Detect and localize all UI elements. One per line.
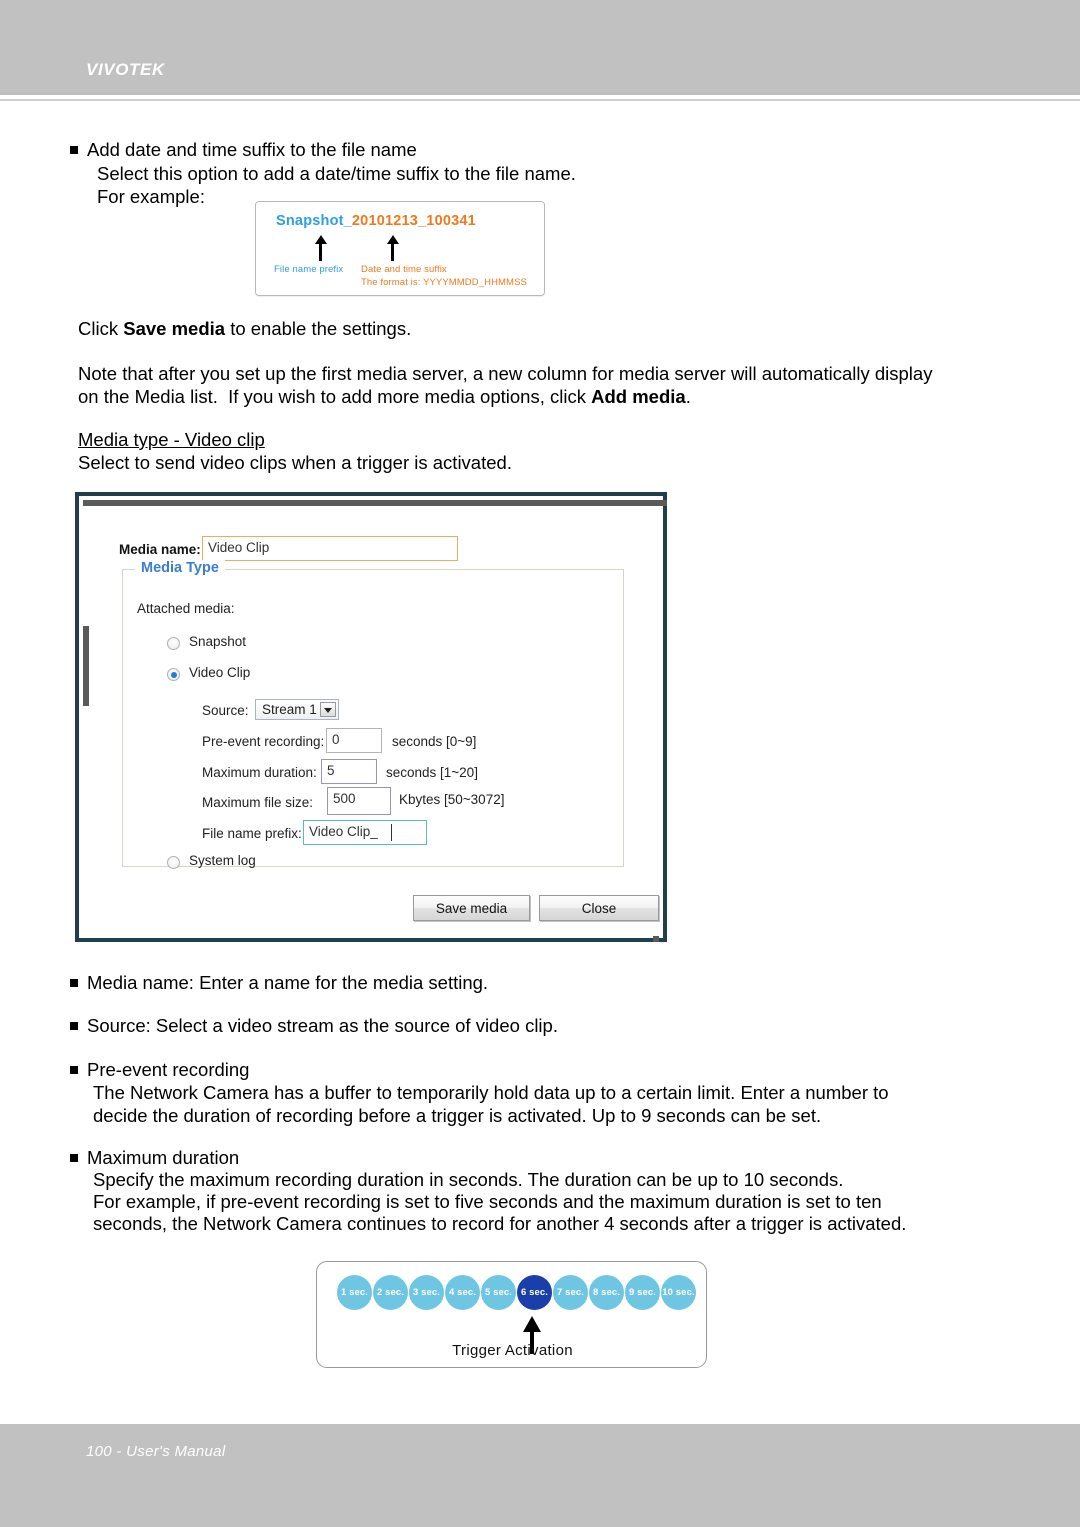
maximum-file-size-units: Kbytes [50~3072] [399, 792, 505, 807]
snapshot-label-prefix: File name prefix [274, 264, 344, 275]
bullet-source: Source: Select a video stream as the sou… [70, 1014, 558, 1038]
bullet-pre-event-recording: Pre-event recording [70, 1058, 249, 1082]
media-type-legend: Media Type [135, 560, 225, 576]
note-line2-post: . [685, 386, 691, 407]
radio-video-clip[interactable] [167, 668, 180, 681]
add-media-emphasis: Add media [591, 386, 686, 407]
add-date-suffix-line2: For example: [97, 186, 205, 207]
radio-video-clip-label[interactable]: Video Clip [189, 665, 250, 680]
pre-event-recording-units: seconds [0~9] [392, 734, 477, 749]
radio-system-log-label[interactable]: System log [189, 853, 256, 868]
bullet-maximum-duration: Maximum duration [70, 1146, 239, 1170]
radio-snapshot[interactable] [167, 637, 180, 650]
timeline-segment-6: 6 sec. [517, 1275, 552, 1310]
page-footer-band [0, 1424, 1080, 1527]
bullet-pre-event-recording-label: Pre-event recording [87, 1059, 250, 1080]
timeline-segment-7: 7 sec. [553, 1275, 588, 1310]
chevron-down-icon[interactable] [320, 702, 336, 717]
attached-media-label: Attached media: [137, 601, 235, 616]
pre-event-recording-desc-line2: decide the duration of recording before … [93, 1105, 822, 1126]
header-divider-bottom [0, 99, 1080, 101]
maximum-file-size-input[interactable]: 500 [327, 787, 391, 815]
bullet-add-date-suffix-label: Add date and time suffix to the file nam… [87, 139, 417, 160]
note-line2-pre: on the Media list. If you wish to add mo… [78, 386, 592, 407]
maximum-duration-input[interactable]: 5 [321, 759, 377, 784]
click-save-post: to enable the settings. [225, 318, 412, 339]
bullet-square-icon [70, 1022, 78, 1030]
media-name-label: Media name: [119, 542, 201, 557]
click-save-pre: Click [78, 318, 124, 339]
maximum-duration-label: Maximum duration: [202, 765, 317, 780]
note-line-2: on the Media list. If you wish to add mo… [78, 385, 691, 409]
bullet-media-name: Media name: Enter a name for the media s… [70, 971, 488, 995]
media-settings-dialog: Media name: Video Clip Media Type Attach… [75, 492, 667, 942]
pre-event-recording-input[interactable]: 0 [326, 728, 382, 753]
bullet-square-icon [70, 979, 78, 987]
source-select[interactable]: Stream 1 [255, 699, 339, 720]
pre-event-recording-desc-line1: The Network Camera has a buffer to tempo… [93, 1082, 889, 1103]
bullet-source-label: Source: Select a video stream as the sou… [87, 1015, 558, 1036]
radio-snapshot-label[interactable]: Snapshot [189, 634, 246, 649]
snapshot-filename-example-figure: Snapshot_20101213_100341 File name prefi… [255, 201, 545, 296]
trigger-activation-timeline-figure: 1 sec. 2 sec. 3 sec. 4 sec. 5 sec. 6 sec. 7 se… [316, 1261, 707, 1368]
timeline-segment-4: 4 sec. [445, 1275, 480, 1310]
brand-logo: VIVOTEK [86, 60, 165, 79]
maximum-duration-units: seconds [1~20] [386, 765, 478, 780]
maximum-duration-desc-line3: seconds, the Network Camera continues to… [93, 1213, 907, 1234]
section-subtitle: Select to send video clips when a trigge… [78, 452, 512, 473]
dialog-content: Media name: Video Clip Media Type Attach… [89, 506, 661, 936]
header-divider-top [0, 92, 1080, 95]
timeline-segment-9: 9 sec. [625, 1275, 660, 1310]
file-name-prefix-label: File name prefix: [202, 826, 302, 841]
media-name-input[interactable]: Video Clip [202, 536, 458, 561]
radio-system-log[interactable] [167, 856, 180, 869]
trigger-activation-caption: Trigger Activation [452, 1342, 573, 1359]
maximum-duration-desc-line1: Specify the maximum recording duration i… [93, 1169, 844, 1190]
snapshot-example-filename: Snapshot_20101213_100341 [276, 213, 476, 229]
add-date-suffix-line1: Select this option to add a date/time su… [97, 163, 576, 184]
pre-event-recording-label: Pre-event recording: [202, 734, 325, 749]
snapshot-filename-suffix: 20101213_100341 [351, 213, 476, 229]
snapshot-filename-prefix: Snapshot_ [276, 213, 352, 229]
bullet-square-icon [70, 146, 78, 154]
timeline-segment-1: 1 sec. [337, 1275, 372, 1310]
save-media-button[interactable]: Save media [413, 895, 530, 921]
file-name-prefix-input[interactable]: Video Clip_ [303, 820, 427, 845]
timeline-segment-10: 10 sec. [661, 1275, 696, 1310]
note-line-1: Note that after you set up the first med… [78, 363, 933, 384]
section-heading-media-type-video-clip: Media type - Video clip [78, 429, 265, 450]
close-button[interactable]: Close [539, 895, 659, 921]
timeline-segment-3: 3 sec. [409, 1275, 444, 1310]
maximum-file-size-label: Maximum file size: [202, 795, 314, 810]
source-select-value: Stream 1 [262, 702, 317, 717]
timeline-segment-5: 5 sec. [481, 1275, 516, 1310]
save-media-emphasis: Save media [123, 318, 226, 339]
bullet-square-icon [70, 1066, 78, 1074]
text-caret [391, 824, 392, 841]
click-save-media-sentence: Click Save media to enable the settings. [78, 317, 411, 341]
bullet-maximum-duration-label: Maximum duration [87, 1147, 240, 1168]
snapshot-label-format: The format is: YYYYMMDD_HHMMSS [361, 277, 527, 288]
timeline-segment-8: 8 sec. [589, 1275, 624, 1310]
source-label: Source: [202, 703, 249, 718]
bullet-square-icon [70, 1154, 78, 1162]
bullet-media-name-label: Media name: Enter a name for the media s… [87, 972, 489, 993]
footer-page-label: 100 - User's Manual [86, 1443, 226, 1460]
bullet-add-date-suffix: Add date and time suffix to the file nam… [70, 138, 417, 162]
snapshot-label-suffix: Date and time suffix [361, 264, 447, 275]
timeline-segment-2: 2 sec. [373, 1275, 408, 1310]
maximum-duration-desc-line2: For example, if pre-event recording is s… [93, 1191, 882, 1212]
